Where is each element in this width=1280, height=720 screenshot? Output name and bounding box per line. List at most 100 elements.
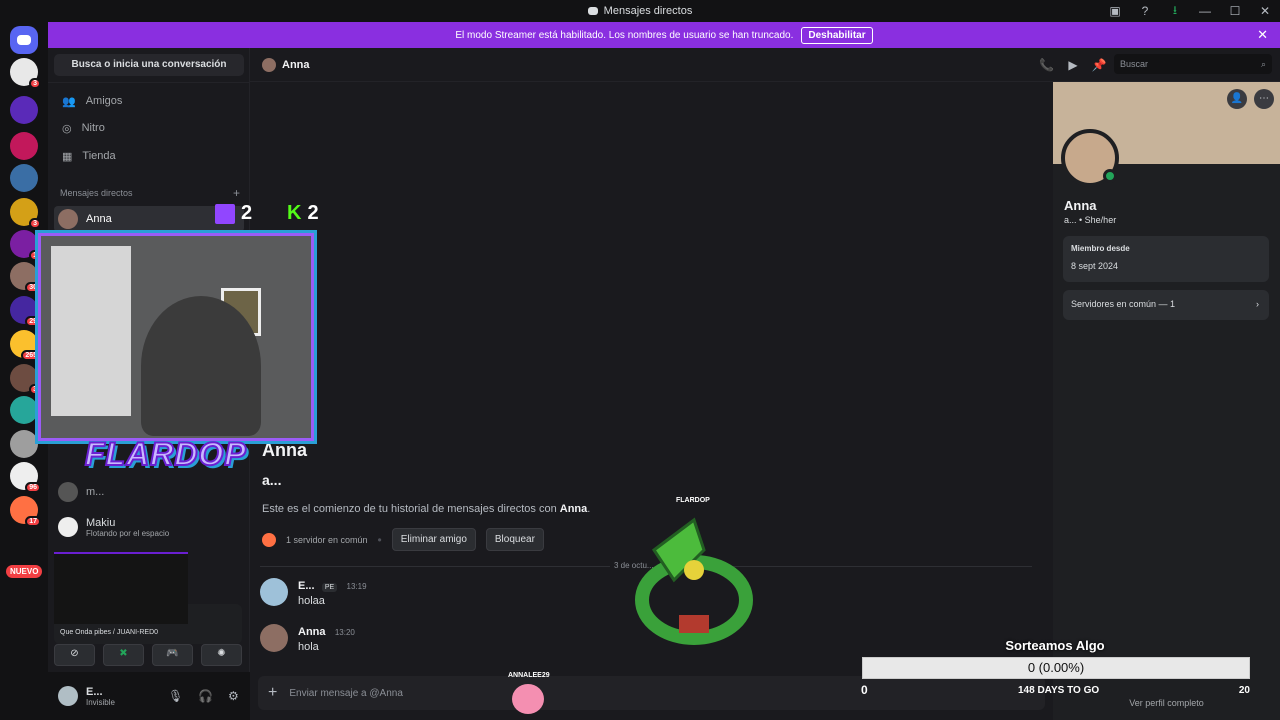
recipient-name[interactable]: Anna [282, 59, 310, 71]
server-icon[interactable] [10, 396, 38, 424]
avatar[interactable] [260, 578, 288, 606]
twitch-icon [215, 203, 235, 224]
inbox-icon[interactable]: ▣ [1100, 4, 1130, 18]
create-dm-icon[interactable]: + [233, 186, 240, 200]
profile-panel: 👤 ⋯ Anna a... • She/her Miembro desde 8 … [1053, 82, 1280, 720]
discord-logo-icon [587, 7, 598, 15]
server-icon[interactable]: 265 [10, 330, 41, 361]
intro-handle: a... [262, 472, 282, 488]
gear-icon[interactable]: ⚙ [228, 689, 250, 703]
discord-logo-icon [17, 35, 31, 45]
remove-friend-button[interactable]: Eliminar amigo [391, 528, 476, 551]
streamer-mode-banner: El modo Streamer está habilitado. Los no… [48, 22, 1280, 48]
dragon-label: FLARDOP [676, 497, 710, 504]
activity-icon[interactable]: ✖ [103, 644, 144, 666]
server-icon[interactable] [10, 132, 38, 160]
profile-avatar[interactable] [1061, 129, 1119, 187]
window-controls: ▣ ? ⭳ — ☐ ✕ [1100, 0, 1280, 22]
home-button[interactable] [10, 26, 38, 54]
dm-section-header: Mensajes directos + [60, 186, 240, 200]
server-icon[interactable] [10, 164, 38, 192]
pink-sprite [512, 684, 544, 714]
server-icon[interactable]: 3 [10, 364, 41, 395]
chevron-right-icon: › [1256, 299, 1259, 309]
server-icon[interactable]: 3 [10, 198, 41, 229]
server-icon[interactable]: 1 [10, 230, 41, 261]
help-icon[interactable]: ? [1130, 4, 1160, 18]
server-icon[interactable]: 96 [10, 462, 41, 493]
phone-icon[interactable]: 📞 [1039, 58, 1054, 72]
add-friend-icon[interactable]: 👤 [1227, 89, 1247, 109]
block-button[interactable]: Bloquear [485, 528, 544, 551]
dm-item-makiu[interactable]: Makiu Flotando por el espacio [54, 510, 244, 544]
intro-actions: 1 servidor en común • Eliminar amigo Blo… [262, 528, 544, 551]
webcam-background [51, 246, 131, 416]
microphone-icon[interactable]: 🎙 [168, 689, 190, 703]
user-panel: E... Invisible 🎙 🎧 ⚙ [48, 672, 250, 720]
screen-share-off-icon[interactable]: ⊘ [54, 644, 95, 666]
title-bar: Mensajes directos ▣ ? ⭳ — ☐ ✕ [0, 0, 1280, 22]
close-window-button[interactable]: ✕ [1250, 4, 1280, 18]
server-icon[interactable]: 29 [10, 296, 41, 327]
mutual-servers-text[interactable]: 1 servidor en común [286, 535, 368, 545]
webcam-frame [38, 233, 314, 441]
download-icon[interactable]: ⭳ [1160, 1, 1190, 22]
maximize-button[interactable]: ☐ [1220, 4, 1250, 18]
minimize-button[interactable]: — [1190, 4, 1220, 18]
chat-header: Anna 📞 ▶ 📌 👤 ◉ Buscar ⌕ [250, 48, 1280, 82]
server-icon[interactable]: 17 [10, 496, 41, 527]
friends-icon: 👥 [62, 95, 76, 108]
pin-icon[interactable]: 📌 [1092, 58, 1107, 72]
search-icon: ⌕ [1260, 59, 1266, 69]
new-badge: NUEVO [6, 565, 43, 578]
member-since-card: Miembro desde 8 sept 2024 [1063, 236, 1269, 282]
dm-item[interactable]: m... [54, 479, 244, 505]
intro-text: Este es el comienzo de tu historial de m… [262, 503, 591, 515]
giveaway-footer: 0 148 DAYS TO GO 20 [861, 683, 1250, 697]
nav-nitro[interactable]: ◎ Nitro [56, 115, 242, 141]
screen-preview [54, 552, 188, 624]
nav-shop[interactable]: ▦ Tienda [56, 143, 242, 169]
intro-title: Anna [262, 440, 307, 460]
soundboard-icon[interactable]: ✺ [201, 644, 242, 666]
nav-friends[interactable]: 👥 Amigos [56, 88, 242, 114]
avatar [58, 517, 78, 537]
kick-counter: K 2 [287, 202, 319, 224]
find-conversation-button[interactable]: Busca o inicia una conversación [54, 54, 244, 76]
server-icon[interactable]: 30 [10, 262, 41, 293]
avatar[interactable] [260, 624, 288, 652]
nitro-icon: ◎ [62, 122, 72, 135]
giveaway-progress-bar: 0 (0.00%) [862, 657, 1250, 679]
banner-text: El modo Streamer está habilitado. Los no… [455, 29, 794, 41]
disable-streamer-button[interactable]: Deshabilitar [801, 26, 873, 44]
server-icon[interactable] [10, 430, 38, 458]
avatar [58, 482, 78, 502]
shop-icon: ▦ [62, 150, 73, 163]
sprite-label: ANNALEE29 [508, 672, 550, 679]
avatar [58, 209, 78, 229]
tag-badge: PE [321, 583, 338, 592]
close-icon[interactable]: ✕ [1257, 27, 1268, 43]
dragon-sprite [634, 510, 754, 650]
video-icon[interactable]: ▶ [1068, 58, 1077, 72]
profile-name: Anna [1064, 198, 1097, 213]
headphones-icon[interactable]: 🎧 [198, 689, 220, 703]
dragon-icon [635, 517, 753, 645]
giveaway-widget: Sorteamos Algo 0 (0.00%) 0 148 DAYS TO G… [858, 638, 1252, 700]
search-input[interactable]: Buscar ⌕ [1114, 54, 1272, 74]
avatar[interactable] [58, 686, 78, 706]
streamer-silhouette [141, 296, 261, 436]
server-icon[interactable] [10, 96, 38, 124]
stream-brand: FLARDOP [84, 435, 247, 473]
add-attachment-icon[interactable]: + [268, 684, 277, 702]
online-status [1103, 169, 1117, 183]
server-icon[interactable]: 3 [10, 58, 41, 89]
message: Anna 13:20 hola [260, 624, 355, 653]
activity-buttons: ⊘ ✖ 🎮 ✺ [54, 644, 242, 666]
message: E... PE 13:19 holaa [260, 578, 367, 607]
more-icon[interactable]: ⋯ [1254, 89, 1274, 109]
avatar [262, 57, 276, 72]
mutual-servers-card[interactable]: Servidores en común — 1 › [1063, 290, 1269, 320]
giveaway-title: Sorteamos Algo [1005, 638, 1105, 653]
gamepad-icon[interactable]: 🎮 [152, 644, 193, 666]
